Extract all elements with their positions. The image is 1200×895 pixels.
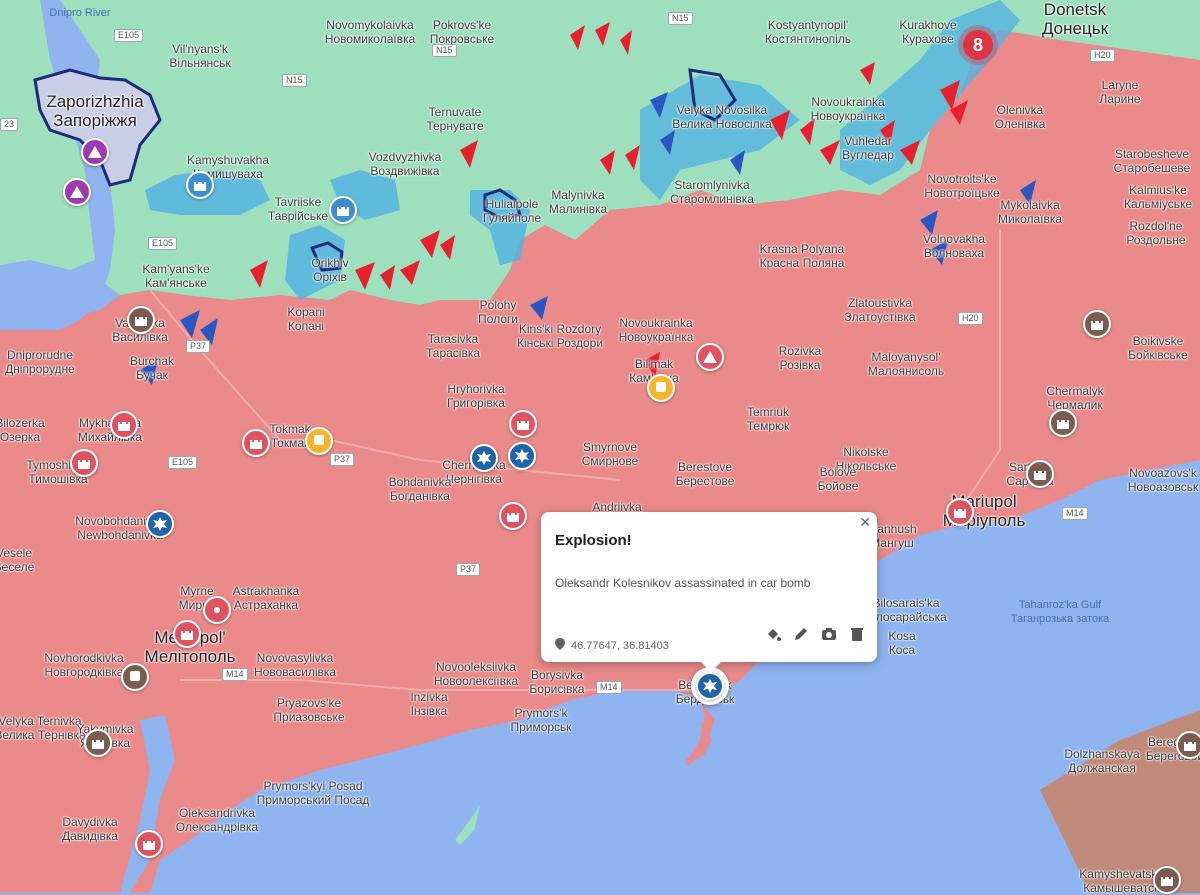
popup-description: Oleksandr Kolesnikov assassinated in car… <box>555 576 811 590</box>
delete-icon[interactable] <box>849 626 865 642</box>
warning-marker[interactable] <box>696 343 724 371</box>
explosion-marker[interactable] <box>470 444 498 472</box>
road-p37: P37 <box>330 453 355 466</box>
fortification-marker[interactable] <box>186 171 214 199</box>
popup-coordinates[interactable]: 46.77647, 36.81403 <box>555 638 669 653</box>
camera-icon[interactable] <box>821 626 837 642</box>
fortification-marker[interactable] <box>946 498 974 526</box>
road-m14: M14 <box>596 681 622 694</box>
explosion-marker[interactable] <box>508 442 536 470</box>
road-m14: M14 <box>222 668 248 681</box>
info-popup: ✕ Explosion! Oleksandr Kolesnikov assass… <box>541 512 877 672</box>
fortification-marker[interactable] <box>173 620 201 648</box>
radio-marker[interactable] <box>203 596 231 624</box>
road-h20: H20 <box>1090 49 1115 62</box>
coordinate-text: 46.77647, 36.81403 <box>571 639 669 652</box>
popup-title: Explosion! <box>555 532 632 549</box>
fortification-marker[interactable] <box>84 729 112 757</box>
map-canvas[interactable] <box>0 0 1200 893</box>
fortification-marker[interactable] <box>509 410 537 438</box>
road-n15: N15 <box>432 44 457 57</box>
warning-marker[interactable] <box>81 138 109 166</box>
fortification-marker[interactable] <box>242 429 270 457</box>
incident-cluster[interactable]: 8 <box>963 30 993 60</box>
fortification-marker[interactable] <box>1049 409 1077 437</box>
road-h20: H20 <box>958 312 983 325</box>
road-m14: M14 <box>1062 507 1088 520</box>
fortification-marker[interactable] <box>110 411 138 439</box>
road-e105: E105 <box>114 29 144 42</box>
road-23: 23 <box>0 118 19 131</box>
fortification-marker[interactable] <box>329 196 357 224</box>
explosion-marker[interactable] <box>146 510 174 538</box>
warning-marker[interactable] <box>63 178 91 206</box>
road-p37: P37 <box>186 340 211 353</box>
edit-icon[interactable] <box>793 626 809 642</box>
fortification-marker[interactable] <box>1176 731 1200 759</box>
road-e105: E105 <box>148 237 178 250</box>
road-p37: P37 <box>456 563 481 576</box>
fortification-marker[interactable] <box>70 449 98 477</box>
train-marker[interactable] <box>305 427 333 455</box>
road-n15: N15 <box>668 12 693 25</box>
train-marker[interactable] <box>647 374 675 402</box>
fortification-marker[interactable] <box>499 502 527 530</box>
train-marker[interactable] <box>121 663 149 691</box>
close-icon[interactable]: ✕ <box>859 514 871 531</box>
fortification-marker[interactable] <box>1083 310 1111 338</box>
fortification-marker[interactable] <box>1153 866 1181 894</box>
fortification-marker[interactable] <box>135 830 163 858</box>
fortification-marker[interactable] <box>127 306 155 334</box>
location-pin-icon <box>555 638 565 653</box>
style-icon[interactable] <box>765 626 781 642</box>
selected-explosion-marker[interactable] <box>696 672 724 700</box>
road-n15: N15 <box>282 74 307 87</box>
fortification-marker[interactable] <box>1026 460 1054 488</box>
road-e105: E105 <box>168 456 198 469</box>
